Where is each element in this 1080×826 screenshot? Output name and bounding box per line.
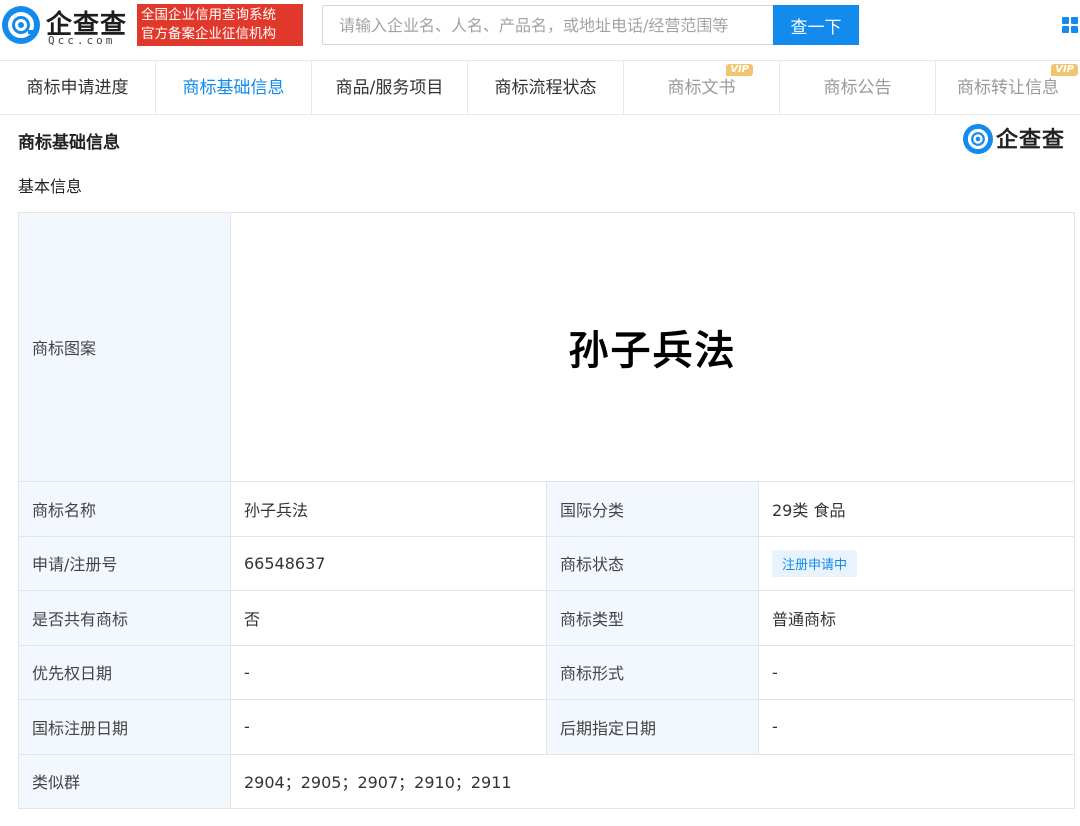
tab-application-progress[interactable]: 商标申请进度	[0, 61, 156, 115]
table-row: 国标注册日期 - 后期指定日期 -	[18, 699, 1075, 755]
table-row: 优先权日期 - 商标形式 -	[18, 644, 1075, 700]
tab-label: 商标流程状态	[494, 78, 597, 98]
trademark-image-label: 商标图案	[18, 212, 231, 482]
tab-goods-services[interactable]: 商品/服务项目	[312, 61, 468, 115]
shared-trademark-value: 否	[230, 590, 547, 646]
tab-process-status[interactable]: 商标流程状态	[468, 61, 624, 115]
table-row: 类似群 2904；2905；2907；2910；2911	[18, 753, 1075, 809]
field-label: 是否共有商标	[18, 590, 231, 646]
tab-label: 商标公告	[823, 78, 892, 98]
search-input[interactable]	[322, 5, 774, 45]
vip-badge: VIP	[726, 64, 753, 76]
tab-label: 商标基础信息	[182, 78, 285, 98]
trademark-form-value: -	[758, 644, 1075, 700]
qcc-logo-icon	[2, 6, 40, 44]
credit-badge: 全国企业信用查询系统 官方备案企业征信机构	[137, 4, 303, 46]
trademark-image-text: 孙子兵法	[568, 327, 737, 374]
trademark-tabs: 商标申请进度 商标基础信息 商品/服务项目 商标流程状态 商标文书 VIP 商标公…	[0, 60, 1080, 115]
trademark-type-value: 普通商标	[758, 590, 1075, 646]
trademark-image: 孙子兵法	[230, 212, 1075, 482]
search-button[interactable]: 查一下	[773, 5, 859, 45]
watermark-text: 企查查	[996, 128, 1066, 153]
field-label: 国际分类	[546, 481, 759, 537]
vip-badge: VIP	[1051, 64, 1078, 76]
basic-info-subtitle: 基本信息	[18, 177, 83, 196]
status-cell: 注册申请中	[758, 535, 1075, 591]
tab-label: 商标转让信息	[957, 78, 1059, 98]
logo-domain-text: Qcc.com	[48, 34, 116, 47]
field-label: 类似群	[18, 753, 231, 809]
table-row: 是否共有商标 否 商标类型 普通商标	[18, 590, 1075, 646]
section-title: 商标基础信息	[18, 133, 120, 153]
field-label: 商标类型	[546, 590, 759, 646]
later-designation-date-value: -	[758, 699, 1075, 755]
table-row: 商标图案 孙子兵法	[18, 212, 1075, 482]
tab-label: 商品/服务项目	[335, 78, 444, 98]
table-row: 申请/注册号 66548637 商标状态 注册申请中	[18, 535, 1075, 591]
table-row: 商标名称 孙子兵法 国际分类 29类 食品	[18, 481, 1075, 537]
field-label: 商标形式	[546, 644, 759, 700]
top-header: 企查查 Qcc.com 全国企业信用查询系统 官方备案企业征信机构 查一下	[0, 0, 1080, 58]
tab-transfer-info[interactable]: 商标转让信息 VIP	[936, 61, 1080, 115]
tab-announcements[interactable]: 商标公告	[780, 61, 936, 115]
intl-registration-date-value: -	[230, 699, 547, 755]
registration-number-value: 66548637	[230, 535, 547, 591]
badge-line-1: 全国企业信用查询系统	[141, 7, 276, 23]
field-label: 后期指定日期	[546, 699, 759, 755]
qcc-logo[interactable]: 企查查 Qcc.com	[2, 4, 132, 47]
status-badge: 注册申请中	[772, 549, 858, 577]
similar-groups-value: 2904；2905；2907；2910；2911	[230, 753, 1075, 809]
field-label: 申请/注册号	[18, 535, 231, 591]
tab-basic-info[interactable]: 商标基础信息	[156, 61, 312, 115]
field-label: 国标注册日期	[18, 699, 231, 755]
trademark-info-table: 商标图案 孙子兵法 商标名称 孙子兵法 国际分类 29类 食品 申请/注册号 6…	[18, 212, 1075, 809]
trademark-name-value: 孙子兵法	[230, 481, 547, 537]
tab-documents[interactable]: 商标文书 VIP	[624, 61, 780, 115]
qcc-watermark-icon	[963, 124, 993, 154]
field-label: 商标状态	[546, 535, 759, 591]
apps-grid-icon[interactable]	[1062, 17, 1080, 35]
intl-class-value: 29类 食品	[758, 481, 1075, 537]
tab-label: 商标文书	[667, 78, 736, 98]
field-label: 商标名称	[18, 481, 231, 537]
tab-label: 商标申请进度	[26, 78, 129, 98]
field-label: 优先权日期	[18, 644, 231, 700]
qcc-watermark: 企查查	[963, 122, 1078, 156]
priority-date-value: -	[230, 644, 547, 700]
badge-line-2: 官方备案企业征信机构	[141, 26, 276, 42]
